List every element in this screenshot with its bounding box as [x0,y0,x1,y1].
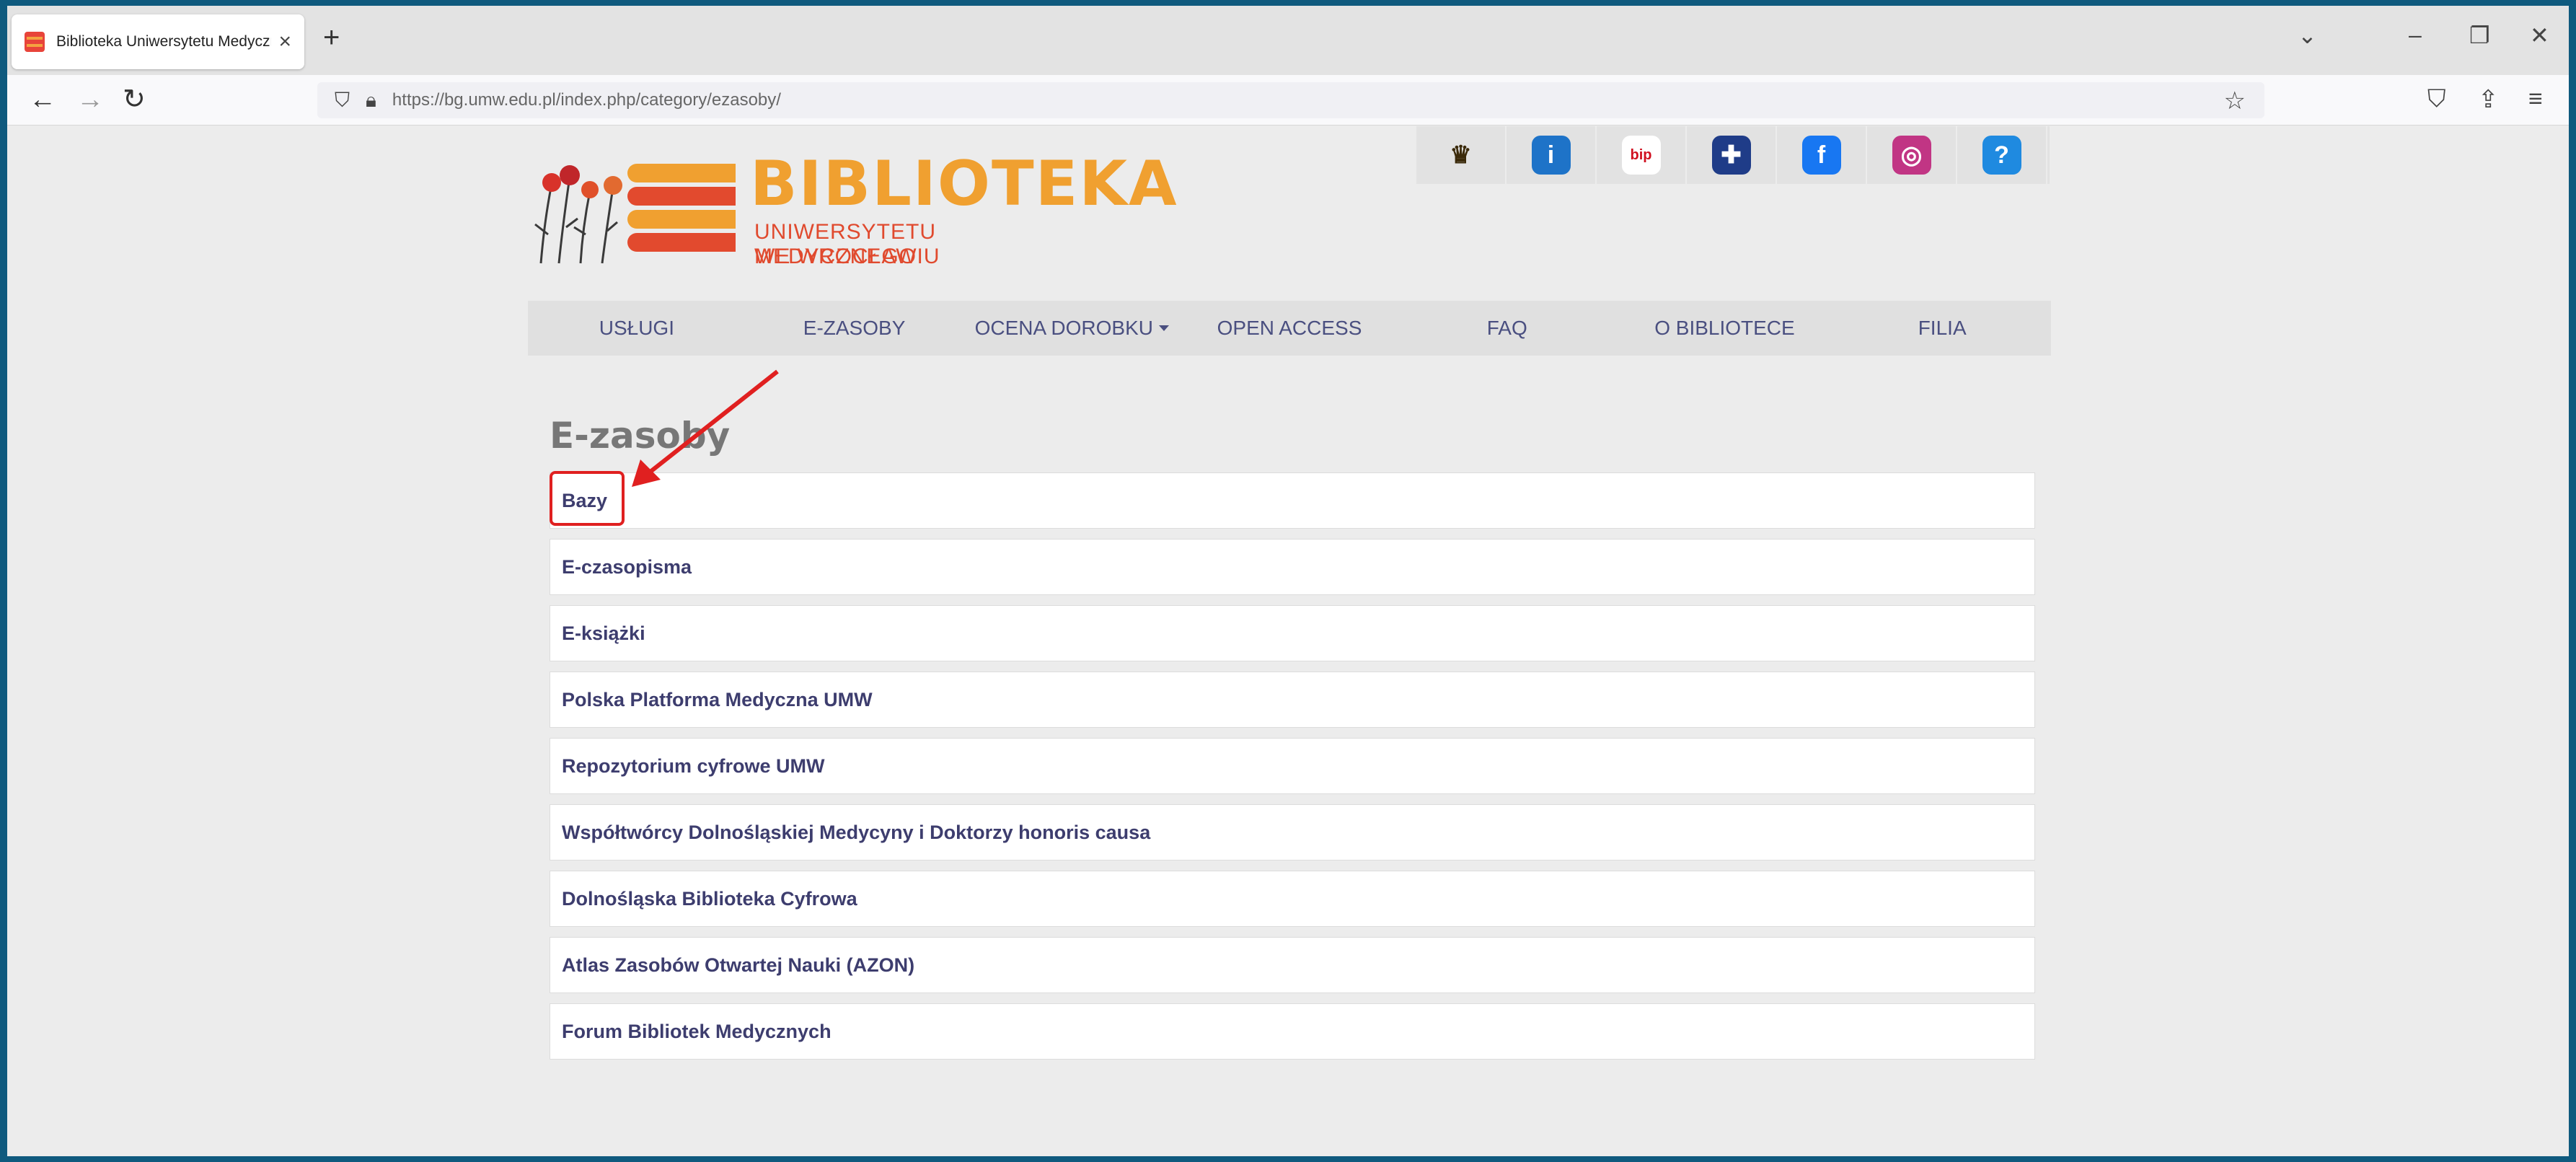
web-page: BIBLIOTEKA UNIWERSYTETU MEDYCZNEGO WE WR… [7,126,2569,1156]
address-bar[interactable]: ⛉ 🔒︎ https://bg.umw.edu.pl/index.php/cat… [317,82,2264,118]
menu-item-label: O BIBLIOTECE [1654,317,1795,339]
minimize-button[interactable]: – [2409,22,2422,48]
pocket-icon[interactable]: ⛉ [2427,85,2446,113]
uk-flag-icon: ✚ [1711,136,1751,175]
reload-icon[interactable]: ↻ [123,84,146,115]
bookmark-star-icon[interactable]: ☆ [2224,87,2246,115]
info-icon: i [1531,136,1571,175]
browser-tab[interactable]: Biblioteka Uniwersytetu Medyczn × [12,14,304,69]
resource-list: Bazy E-czasopisma E-książki Polska Platform… [550,472,2035,1070]
list-item[interactable]: Dolnośląska Biblioteka Cyfrowa [550,871,2035,927]
extensions-icon[interactable]: ⇪ [2478,85,2499,114]
facebook-icon: f [1801,136,1841,175]
crest-link[interactable]: ♛ [1416,126,1507,184]
back-icon[interactable]: ← [29,84,56,115]
forward-icon[interactable]: → [76,84,104,115]
list-item[interactable]: Atlas Zasobów Otwartej Nauki (AZON) [550,937,2035,993]
uk-flag-link[interactable]: ✚ [1687,126,1777,184]
new-tab-button[interactable]: + [323,22,340,54]
lock-icon[interactable]: 🔒︎ [366,89,376,113]
top-icons-bar: ♛ i bip ✚ f ◎? [1416,126,2050,184]
menu-item-o-bibliotece[interactable]: O BIBLIOTECE [1616,301,1834,356]
menu-item-label: FAQ [1486,317,1527,339]
bip-link[interactable]: bip [1597,126,1687,184]
list-item[interactable]: E-książki [550,605,2035,661]
close-window-button[interactable]: ✕ [2530,22,2549,49]
restore-button[interactable]: ❐ [2469,22,2490,49]
crest-icon: ♛ [1441,136,1481,175]
list-item[interactable]: Forum Bibliotek Medycznych [550,1003,2035,1060]
menu-icon[interactable]: ≡ [2528,85,2543,113]
menu-item-faq[interactable]: FAQ [1398,301,1616,356]
shield-icon[interactable]: ⛉ [335,89,350,113]
browser-window: Biblioteka Uniwersytetu Medyczn × + ⌄ – … [7,6,2569,1156]
menu-item-label: OPEN ACCESS [1217,317,1362,339]
instagram-link[interactable]: ◎ [1867,126,1957,184]
caret-down-icon [1158,325,1169,331]
info-link[interactable]: i [1507,126,1597,184]
annotation-arrow [632,369,779,487]
tab-strip: Biblioteka Uniwersytetu Medyczn × + ⌄ – … [7,6,2569,75]
favicon-icon [25,32,45,52]
menu-item-open-access[interactable]: OPEN ACCESS [1181,301,1398,356]
menu-item-filia[interactable]: FILIA [1833,301,2051,356]
navigation-bar: ← → ↻ ⛉ 🔒︎ https://bg.umw.edu.pl/index.p… [7,75,2569,126]
bip-icon: bip [1621,136,1661,175]
list-item[interactable]: Repozytorium cyfrowe UMW [550,738,2035,794]
list-item[interactable]: Polska Platforma Medyczna UMW [550,672,2035,728]
menu-item-label: FILIA [1918,317,1967,339]
close-tab-icon[interactable]: × [278,30,291,54]
tab-title: Biblioteka Uniwersytetu Medyczn [56,33,272,50]
instagram-icon: ◎ [1892,136,1931,175]
help-link[interactable]: ? [1957,126,2047,184]
list-item[interactable]: Współtwórcy Dolnośląskiej Medycyny i Dok… [550,804,2035,861]
menu-item-label: OCENA DOROBKU [974,317,1153,339]
facebook-link[interactable]: f [1777,126,1867,184]
menu-item-ocena-dorobku[interactable]: OCENA DOROBKU [963,301,1181,356]
help-icon: ? [1982,136,2021,175]
url-text[interactable]: https://bg.umw.edu.pl/index.php/category… [392,90,781,110]
tab-list-icon[interactable]: ⌄ [2298,22,2317,49]
